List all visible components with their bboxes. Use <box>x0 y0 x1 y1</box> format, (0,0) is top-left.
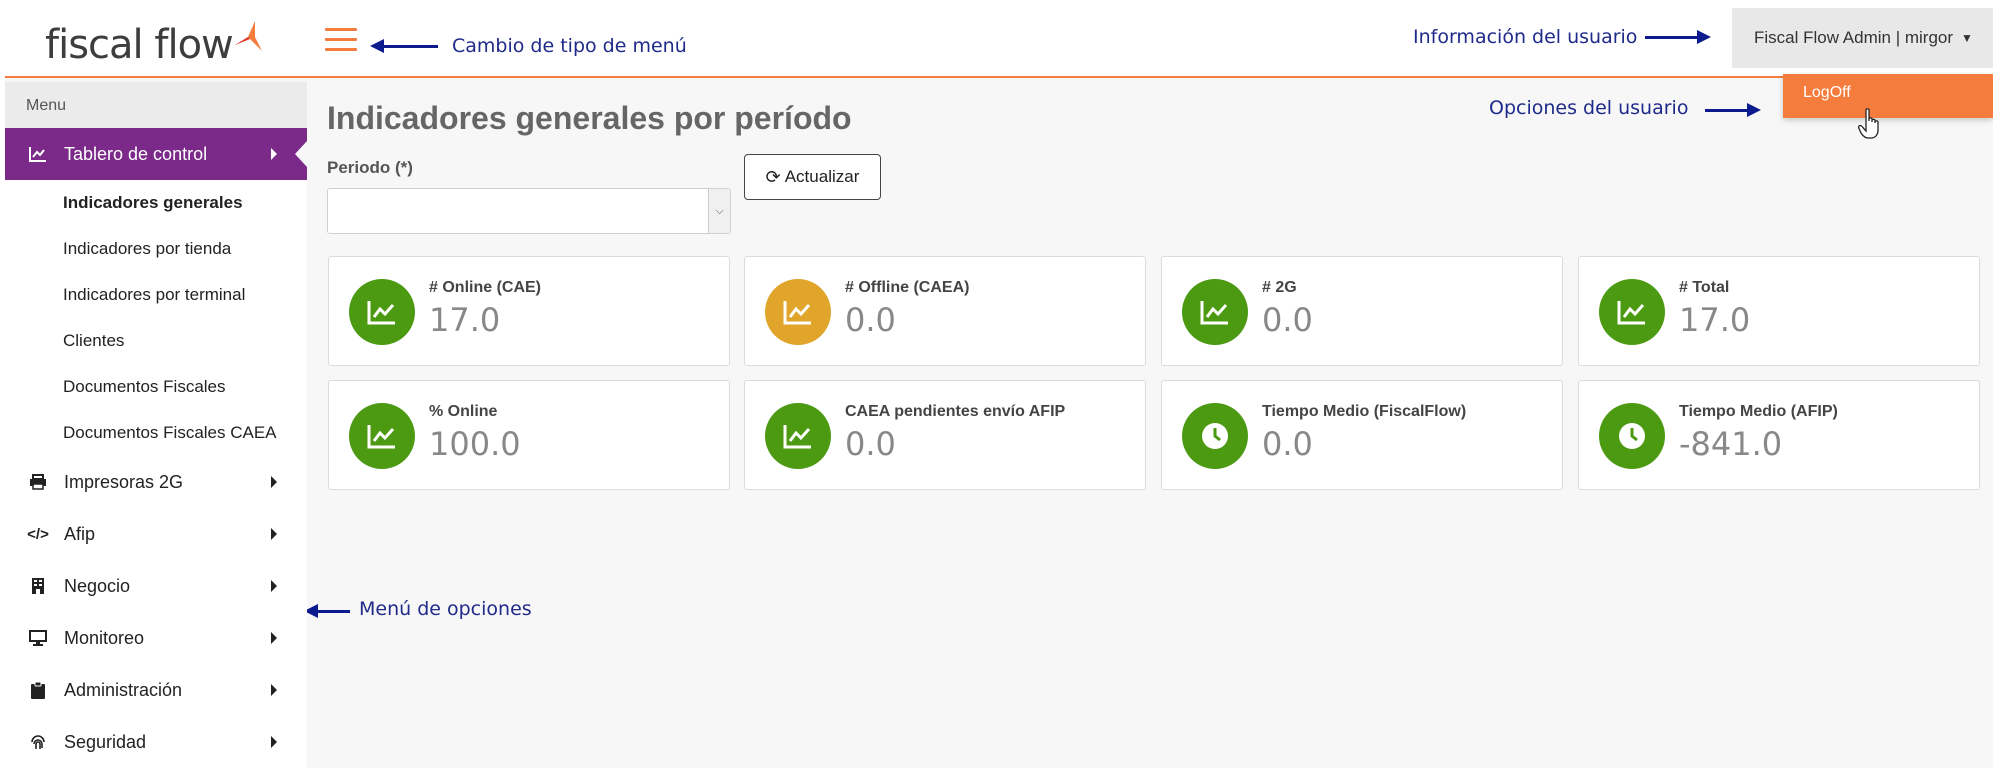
logoff-menu-item[interactable]: LogOff <box>1783 74 1993 118</box>
caret-right-icon <box>271 476 277 488</box>
caret-down-icon: ▼ <box>1961 31 1973 45</box>
period-select[interactable]: ⌵ <box>327 188 731 234</box>
sidebar-item-tablero-de-control[interactable]: Tablero de control <box>5 128 307 180</box>
kpi-card-percent-online: % Online 100.0 <box>328 380 730 490</box>
annotation-arrow-user-info <box>1645 30 1711 44</box>
chart-line-icon <box>28 144 48 164</box>
annotation-user-info: Información del usuario <box>1413 26 1638 48</box>
chart-line-icon <box>349 403 415 469</box>
refresh-button-label: Actualizar <box>784 167 860 186</box>
kpi-card-offline-caea: # Offline (CAEA) 0.0 <box>744 256 1146 366</box>
logo-mark-icon <box>234 21 262 51</box>
kpi-label: % Online <box>429 403 498 420</box>
clipboard-icon <box>28 680 48 700</box>
user-menu-button[interactable]: Fiscal Flow Admin | mirgor ▼ <box>1732 8 1993 68</box>
logo-text: fiscal flow <box>45 22 234 68</box>
sidebar-item-label: Monitoreo <box>64 627 145 648</box>
sidebar-item-seguridad[interactable]: Seguridad <box>5 716 307 768</box>
kpi-card-total: # Total 17.0 <box>1578 256 1980 366</box>
kpi-value: -841.0 <box>1679 425 1783 463</box>
kpi-value: 100.0 <box>429 425 521 463</box>
chart-line-icon <box>765 403 831 469</box>
kpi-card-tiempo-medio-fiscalflow: Tiempo Medio (FiscalFlow) 0.0 <box>1161 380 1563 490</box>
annotation-arrow-user-options <box>1705 103 1761 117</box>
kpi-card-2g: # 2G 0.0 <box>1161 256 1563 366</box>
sidebar-item-monitoreo[interactable]: Monitoreo <box>5 612 307 664</box>
annotation-menu-type: Cambio de tipo de menú <box>452 35 687 57</box>
refresh-button[interactable]: ⟳ Actualizar <box>744 154 881 200</box>
caret-right-icon <box>271 632 277 644</box>
kpi-card-tiempo-medio-afip: Tiempo Medio (AFIP) -841.0 <box>1578 380 1980 490</box>
sidebar-item-administracion[interactable]: Administración <box>5 664 307 716</box>
fingerprint-icon <box>28 732 48 752</box>
fiscal-flow-logo[interactable]: fiscal flow <box>45 20 265 70</box>
annotation-arrow-menu-options <box>304 604 350 618</box>
caret-right-icon <box>271 580 277 592</box>
sidebar-item-label: Impresoras 2G <box>64 471 184 492</box>
top-header: fiscal flow Fiscal Flow Admin | mirgor ▼ <box>5 8 1993 78</box>
annotation-arrow-menu-type <box>370 39 438 53</box>
chart-line-icon <box>765 279 831 345</box>
chart-line-icon <box>349 279 415 345</box>
kpi-label: # Total <box>1679 279 1730 296</box>
sidebar-item-afip[interactable]: </> Afip <box>5 508 307 560</box>
sidebar-heading: Menu <box>5 82 307 128</box>
sidebar-item-label: Seguridad <box>64 731 147 752</box>
kpi-label: # 2G <box>1262 279 1297 296</box>
kpi-value: 0.0 <box>845 301 896 339</box>
kpi-value: 0.0 <box>1262 425 1313 463</box>
kpi-card-caea-pendientes: CAEA pendientes envío AFIP 0.0 <box>744 380 1146 490</box>
sidebar-subitem-documentos-fiscales[interactable]: Documentos Fiscales <box>5 364 307 410</box>
caret-right-icon <box>271 684 277 696</box>
user-options-dropdown: LogOff <box>1783 74 1993 118</box>
annotation-menu-options: Menú de opciones <box>359 598 532 620</box>
app-page: fiscal flow Fiscal Flow Admin | mirgor ▼… <box>5 8 1993 768</box>
kpi-value: 0.0 <box>1262 301 1313 339</box>
sidebar-subitem-indicadores-generales[interactable]: Indicadores generales <box>5 180 307 226</box>
sidebar-subitem-clientes[interactable]: Clientes <box>5 318 307 364</box>
kpi-label: CAEA pendientes envío AFIP <box>845 403 1066 420</box>
chevron-down-icon: ⌵ <box>708 189 730 233</box>
printer-icon <box>28 472 48 492</box>
caret-right-icon <box>271 736 277 748</box>
clock-icon <box>1182 403 1248 469</box>
refresh-icon: ⟳ <box>765 166 781 187</box>
annotation-user-options: Opciones del usuario <box>1489 97 1689 119</box>
kpi-label: # Online (CAE) <box>429 279 542 296</box>
kpi-label: Tiempo Medio (AFIP) <box>1679 403 1838 420</box>
hand-pointer-icon <box>1858 108 1879 139</box>
monitor-icon <box>28 628 48 648</box>
sidebar-item-label: Tablero de control <box>64 143 208 164</box>
sidebar-item-impresoras-2g[interactable]: Impresoras 2G <box>5 456 307 508</box>
sidebar-item-label: Negocio <box>64 575 131 596</box>
kpi-label: # Offline (CAEA) <box>845 279 970 296</box>
code-icon: </> <box>27 525 49 543</box>
sidebar-subitem-indicadores-por-terminal[interactable]: Indicadores por terminal <box>5 272 307 318</box>
user-name-label: Fiscal Flow Admin | mirgor <box>1754 28 1954 47</box>
sidebar-item-label: Afip <box>64 523 96 544</box>
caret-right-icon <box>271 528 277 540</box>
page-title: Indicadores generales por período <box>327 100 852 136</box>
chart-line-icon <box>1182 279 1248 345</box>
kpi-value: 17.0 <box>429 301 501 339</box>
kpi-value: 0.0 <box>845 425 896 463</box>
kpi-card-online-cae: # Online (CAE) 17.0 <box>328 256 730 366</box>
clock-icon <box>1599 403 1665 469</box>
period-label: Periodo (*) <box>327 158 413 177</box>
kpi-value: 17.0 <box>1679 301 1751 339</box>
sidebar-subitem-indicadores-por-tienda[interactable]: Indicadores por tienda <box>5 226 307 272</box>
building-icon <box>28 576 48 596</box>
sidebar-subitem-documentos-fiscales-caea[interactable]: Documentos Fiscales CAEA <box>5 410 307 456</box>
chart-line-icon <box>1599 279 1665 345</box>
caret-right-icon <box>271 148 277 160</box>
sidebar-item-negocio[interactable]: Negocio <box>5 560 307 612</box>
menu-toggle-button[interactable] <box>325 28 357 54</box>
kpi-label: Tiempo Medio (FiscalFlow) <box>1262 403 1467 420</box>
sidebar-item-label: Administración <box>64 679 183 700</box>
sidebar-menu: Menu Tablero de control Indicadores gene… <box>5 82 307 768</box>
